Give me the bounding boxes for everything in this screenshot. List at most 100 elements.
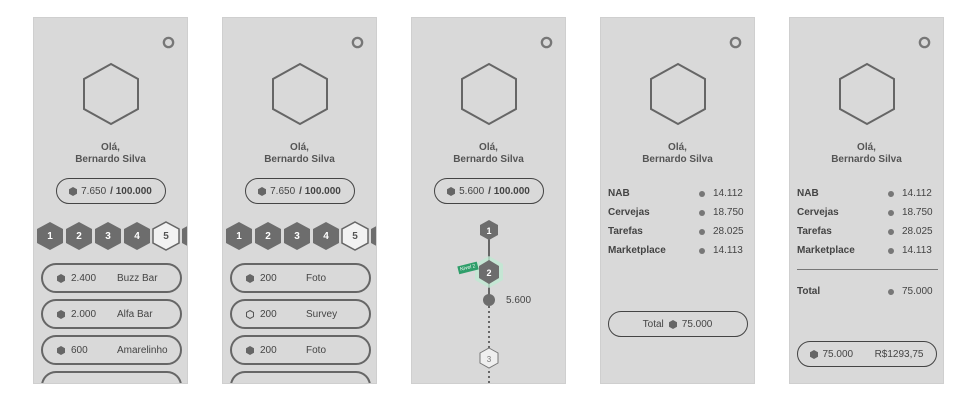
level-1-button[interactable]: 1	[225, 221, 253, 251]
screen-convert: Olá, Bernardo Silva NAB 14.112 Cervejas 18…	[789, 17, 944, 384]
coin-icon	[69, 186, 78, 196]
greeting-hello: Olá,	[101, 142, 120, 153]
screen-missions: Olá, Bernardo Silva 7.650 / 100.000 1 2 …	[222, 17, 377, 384]
mission-row[interactable]: 200 Survey	[230, 299, 371, 329]
level-5-button[interactable]: 5	[152, 221, 180, 251]
greeting-hello: Olá,	[290, 142, 309, 153]
max-points: / 100.000	[488, 185, 530, 197]
user-name: Bernardo Silva	[831, 154, 902, 165]
convert-pill[interactable]: 75.000 R$1293,75	[796, 341, 937, 367]
level-4-button[interactable]: 4	[312, 221, 340, 251]
greeting: Olá, Bernardo Silva	[34, 142, 187, 166]
avatar-hexagon-icon	[460, 62, 517, 126]
greeting: Olá, Bernardo Silva	[412, 142, 565, 166]
reward-row[interactable]: 2.000 Alfa Bar	[41, 299, 182, 329]
settings-icon[interactable]	[729, 36, 742, 49]
list-item: Cervejas 18.750	[797, 207, 933, 218]
level-path: 1 2 3	[475, 220, 503, 383]
level-3-button[interactable]: 3	[94, 221, 122, 251]
current-progress-dot	[483, 294, 495, 306]
level-4-button[interactable]: 4	[123, 221, 151, 251]
reward-row-partial[interactable]	[41, 371, 182, 383]
level-3-button[interactable]: 3	[283, 221, 311, 251]
screen-breakdown: Olá, Bernardo Silva NAB 14.112 Cervejas 18…	[600, 17, 755, 384]
level-1-button[interactable]: 1	[36, 221, 64, 251]
current-points: 5.600	[459, 185, 485, 197]
points-progress-pill[interactable]: 7.650 / 100.000	[244, 178, 355, 204]
coin-icon	[258, 186, 267, 196]
coin-icon	[447, 186, 456, 196]
mission-row[interactable]: 200 Foto	[230, 263, 371, 293]
avatar-hexagon-icon	[271, 62, 328, 126]
settings-icon[interactable]	[918, 36, 931, 49]
points-progress-pill[interactable]: 5.600 / 100.000	[433, 178, 544, 204]
reward-row[interactable]: 600 Amarelinho	[41, 335, 182, 365]
mission-row-partial[interactable]	[230, 371, 371, 383]
svg-text:2: 2	[486, 268, 491, 278]
coin-icon	[246, 273, 254, 283]
level-selector: 1 2 3 4 5	[225, 221, 376, 251]
list-item: NAB 14.112	[797, 188, 932, 199]
points-progress-pill[interactable]: 7.650 / 100.000	[55, 178, 166, 204]
svg-text:3: 3	[487, 355, 492, 364]
level-2-button[interactable]: 2	[254, 221, 282, 251]
convert-points: 75.000	[822, 348, 854, 360]
list-item: Tarefas 28.025	[797, 226, 933, 237]
total-label: Total	[642, 318, 664, 330]
greeting: Olá, Bernardo Silva	[790, 142, 943, 166]
coin-icon	[57, 273, 65, 283]
avatar-hexagon-icon	[649, 62, 706, 126]
screen-rewards: Olá, Bernardo Silva 7.650 / 100.000 1 2 …	[33, 17, 188, 384]
list-item: NAB 14.112	[608, 188, 743, 199]
missions-list: 200 Foto 200 Survey 200 Foto	[230, 263, 371, 383]
list-item: Marketplace 14.113	[608, 245, 743, 256]
coin-icon	[246, 345, 254, 355]
greeting: Olá, Bernardo Silva	[601, 142, 754, 166]
greeting-hello: Olá,	[857, 142, 876, 153]
level-6-button[interactable]	[370, 221, 376, 251]
greeting-hello: Olá,	[668, 142, 687, 153]
current-amount-label: 5.600	[506, 295, 532, 306]
step-3-node[interactable]: 3	[479, 347, 499, 369]
mission-row[interactable]: 200 Foto	[230, 335, 371, 365]
avatar-hexagon-icon	[82, 62, 139, 126]
divider	[797, 269, 938, 270]
current-points: 7.650	[81, 185, 107, 197]
current-points: 7.650	[270, 185, 296, 197]
screen-level-path: Olá, Bernardo Silva 5.600 / 100.000 1 2 …	[411, 17, 566, 384]
points-breakdown-list: NAB 14.112 Cervejas 18.750 Tarefas 28.025 M…	[797, 184, 938, 260]
greeting: Olá, Bernardo Silva	[223, 142, 376, 166]
reward-row[interactable]: 2.400 Buzz Bar	[41, 263, 182, 293]
coin-icon	[809, 349, 818, 359]
level-6-button[interactable]	[181, 221, 187, 251]
avatar-hexagon-icon	[838, 62, 895, 126]
max-points: / 100.000	[110, 185, 152, 197]
greeting-hello: Olá,	[479, 142, 498, 153]
list-item: Tarefas 28.025	[608, 226, 744, 237]
user-name: Bernardo Silva	[264, 154, 335, 165]
total-value: 75.000	[681, 318, 713, 330]
settings-icon[interactable]	[351, 36, 364, 49]
settings-icon[interactable]	[162, 36, 175, 49]
points-breakdown-list: NAB 14.112 Cervejas 18.750 Tarefas 28.025 M…	[608, 184, 749, 260]
list-item: Marketplace 14.113	[797, 245, 932, 256]
level-selector: 1 2 3 4 5	[36, 221, 187, 251]
convert-money: R$1293,75	[874, 348, 924, 360]
list-item: Cervejas 18.750	[608, 207, 744, 218]
coin-icon	[57, 345, 65, 355]
level-5-button[interactable]: 5	[341, 221, 369, 251]
rewards-list: 2.400 Buzz Bar 2.000 Alfa Bar 600 Amarelinh…	[41, 263, 182, 383]
svg-text:1: 1	[486, 226, 491, 236]
user-name: Bernardo Silva	[642, 154, 713, 165]
coin-icon	[668, 319, 677, 329]
max-points: / 100.000	[299, 185, 341, 197]
level-2-button[interactable]: 2	[65, 221, 93, 251]
user-name: Bernardo Silva	[75, 154, 146, 165]
coin-outline-icon	[246, 309, 254, 319]
step-2-node-current[interactable]: 2	[475, 256, 503, 288]
total-pill[interactable]: Total 75.000	[607, 311, 748, 337]
settings-icon[interactable]	[540, 36, 553, 49]
coin-icon	[57, 309, 65, 319]
step-1-node[interactable]: 1	[480, 220, 498, 240]
user-name: Bernardo Silva	[453, 154, 524, 165]
